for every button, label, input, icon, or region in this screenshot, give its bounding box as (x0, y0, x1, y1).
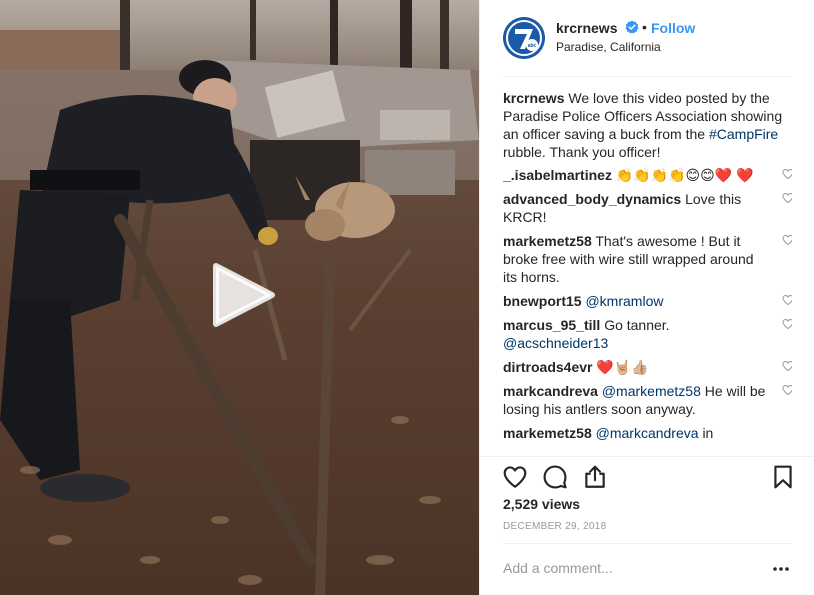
comment-text: in (702, 425, 714, 441)
comment-item: marcus_95_till Go tanner. @acschneider13 (503, 316, 792, 352)
comment-username[interactable]: markemetz58 (503, 425, 592, 441)
separator-dot: • (642, 19, 647, 35)
post-sidebar: abc krcrnews • Follow Paradise, Californ… (479, 0, 814, 595)
caption-username[interactable]: krcrnews (503, 90, 564, 106)
comment-like-heart-icon[interactable] (782, 168, 792, 180)
comment-item: _.isabelmartinez 👏👏👏👏😊😊❤️ ❤️ (503, 166, 792, 184)
comment-mention[interactable]: @markemetz58 (602, 383, 701, 399)
post-date[interactable]: DECEMBER 29, 2018 (503, 521, 606, 532)
comment-mention[interactable]: @acschneider13 (503, 335, 608, 351)
comment-item: advanced_body_dynamics Love this KRCR! (503, 190, 792, 226)
comment-username[interactable]: markemetz58 (503, 233, 592, 249)
comment-username[interactable]: marcus_95_till (503, 317, 600, 333)
comment-mention[interactable]: @markcandreva (596, 425, 699, 441)
comment-like-heart-icon[interactable] (782, 234, 792, 246)
avatar[interactable]: abc (503, 17, 545, 59)
comment-mention[interactable]: @kmramlow (585, 293, 663, 309)
svg-text:abc: abc (528, 43, 537, 49)
comment-like-heart-icon[interactable] (782, 318, 792, 330)
view-count[interactable]: 2,529 views (503, 496, 580, 512)
comment-item: markcandreva @markemetz58 He will be los… (503, 382, 792, 418)
share-upload-icon[interactable] (582, 464, 608, 490)
comment-text: Go tanner. (604, 317, 670, 333)
post-video[interactable] (0, 0, 479, 595)
post-header: abc krcrnews • Follow Paradise, Californ… (480, 0, 814, 76)
comment-username[interactable]: _.isabelmartinez (503, 167, 612, 183)
comment-username[interactable]: advanced_body_dynamics (503, 191, 681, 207)
comment-like-heart-icon[interactable] (782, 192, 792, 204)
comment-emojis: 👏👏👏👏😊😊❤️ ❤️ (615, 167, 754, 183)
follow-button[interactable]: Follow (651, 20, 695, 36)
divider (503, 76, 792, 77)
more-options-icon[interactable] (772, 562, 790, 576)
comment-like-heart-icon[interactable] (782, 360, 792, 372)
comment-username[interactable]: bnewport15 (503, 293, 582, 309)
comment-item: markemetz58 That's awesome ! But it brok… (503, 232, 792, 286)
post-location[interactable]: Paradise, California (556, 40, 661, 54)
divider (503, 543, 792, 544)
comment-username[interactable]: markcandreva (503, 383, 598, 399)
verified-badge-icon (625, 20, 639, 34)
comment-item: bnewport15 @kmramlow (503, 292, 792, 310)
comment-like-heart-icon[interactable] (782, 294, 792, 306)
heart-outline-icon[interactable] (502, 464, 528, 490)
post-username[interactable]: krcrnews (556, 20, 617, 36)
caption-text-end: rubble. Thank you officer! (503, 144, 661, 160)
speech-bubble-icon[interactable] (542, 464, 568, 490)
comment-username[interactable]: dirtroads4evr (503, 359, 592, 375)
comment-item: markemetz58 @markcandreva in (503, 424, 792, 442)
krcr-logo-icon: abc (503, 17, 545, 59)
comments-list[interactable]: krcrnews We love this video posted by th… (503, 89, 792, 456)
comment-emojis: ❤️🤘🏼👍🏼 (596, 359, 649, 375)
add-comment-input[interactable] (503, 560, 753, 576)
post-caption: krcrnews We love this video posted by th… (503, 89, 792, 161)
comment-like-heart-icon[interactable] (782, 384, 792, 396)
bookmark-icon[interactable] (770, 464, 796, 490)
play-icon (213, 263, 275, 327)
play-button[interactable] (208, 262, 278, 328)
post-actions-bar (480, 456, 814, 496)
comment-item: dirtroads4evr ❤️🤘🏼👍🏼 (503, 358, 792, 376)
caption-hashtag[interactable]: #CampFire (709, 126, 778, 142)
